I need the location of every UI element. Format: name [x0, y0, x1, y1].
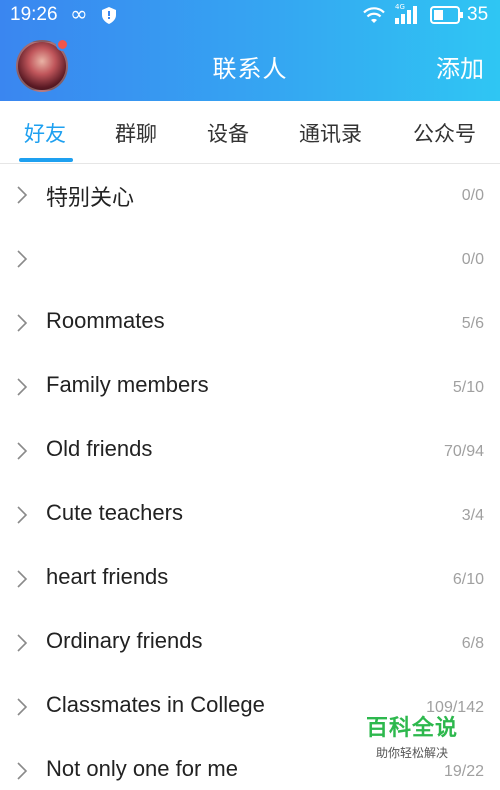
group-name: Cute teachers	[46, 500, 183, 525]
add-button[interactable]: 添加	[436, 49, 484, 84]
group-count: 5/6	[461, 315, 484, 332]
chevron-right-icon	[15, 761, 29, 785]
group-count: 0/0	[461, 251, 484, 268]
watermark-title: 百科全说	[365, 716, 458, 741]
tab-address-book[interactable]: 通讯录	[299, 118, 362, 148]
signal-icon	[393, 6, 421, 28]
status-time: 19:26	[10, 4, 58, 25]
list-item[interactable]: Cute teachers 3/4	[0, 484, 500, 548]
tab-groups[interactable]: 群聊	[115, 118, 157, 148]
battery-level: 35	[467, 4, 489, 25]
group-name: Ordinary friends	[46, 628, 203, 653]
chevron-right-icon	[15, 697, 29, 721]
group-name: Not only one for me	[46, 756, 238, 781]
group-name: Family members	[46, 372, 209, 397]
page-title: 联系人	[212, 55, 288, 83]
list-item[interactable]: 特别关心 0/0	[0, 164, 500, 228]
group-name: heart friends	[46, 564, 169, 589]
group-name: Classmates in College	[46, 692, 265, 717]
wifi-icon	[363, 7, 385, 28]
chevron-right-icon	[15, 313, 29, 337]
group-count: 6/8	[461, 635, 484, 652]
group-name: Roommates	[46, 308, 165, 333]
watermark-subtitle: 助你轻松解决	[375, 746, 448, 760]
app-header: 19:26 ∞ 4G 35 联系人 添加	[0, 0, 500, 101]
group-name: Old friends	[46, 436, 153, 461]
group-count: 70/94	[443, 443, 484, 460]
group-count: 19/22	[443, 763, 484, 780]
infinity-icon: ∞	[70, 2, 88, 26]
tab-devices[interactable]: 设备	[207, 118, 249, 148]
chevron-right-icon	[15, 185, 29, 209]
chevron-right-icon	[15, 441, 29, 465]
group-count: 6/10	[452, 571, 484, 588]
group-name: 特别关心	[46, 186, 135, 211]
chevron-right-icon	[15, 505, 29, 529]
group-count: 0/0	[461, 187, 484, 204]
tab-bar: 好友 群聊 设备 通讯录 公众号	[0, 101, 500, 164]
watermark-logo: 百科全说 助你轻松解决	[358, 710, 466, 762]
status-bar: 19:26 ∞ 4G 35	[0, 0, 500, 32]
list-item[interactable]: Old friends 70/94	[0, 420, 500, 484]
list-item[interactable]: Family members 5/10	[0, 356, 500, 420]
list-item[interactable]: Roommates 5/6	[0, 292, 500, 356]
tab-friends[interactable]: 好友	[24, 118, 66, 148]
chevron-right-icon	[15, 249, 29, 273]
group-count: 5/10	[452, 379, 484, 396]
chevron-right-icon	[15, 377, 29, 401]
chevron-right-icon	[15, 569, 29, 593]
active-tab-indicator	[19, 158, 73, 162]
list-item[interactable]: 0/0	[0, 228, 500, 292]
list-item[interactable]: heart friends 6/10	[0, 548, 500, 612]
tab-official-accounts[interactable]: 公众号	[413, 118, 476, 148]
group-count: 3/4	[461, 507, 484, 524]
list-item[interactable]: Ordinary friends 6/8	[0, 612, 500, 676]
battery-icon	[430, 6, 464, 28]
shield-icon	[102, 7, 116, 28]
chevron-right-icon	[15, 633, 29, 657]
